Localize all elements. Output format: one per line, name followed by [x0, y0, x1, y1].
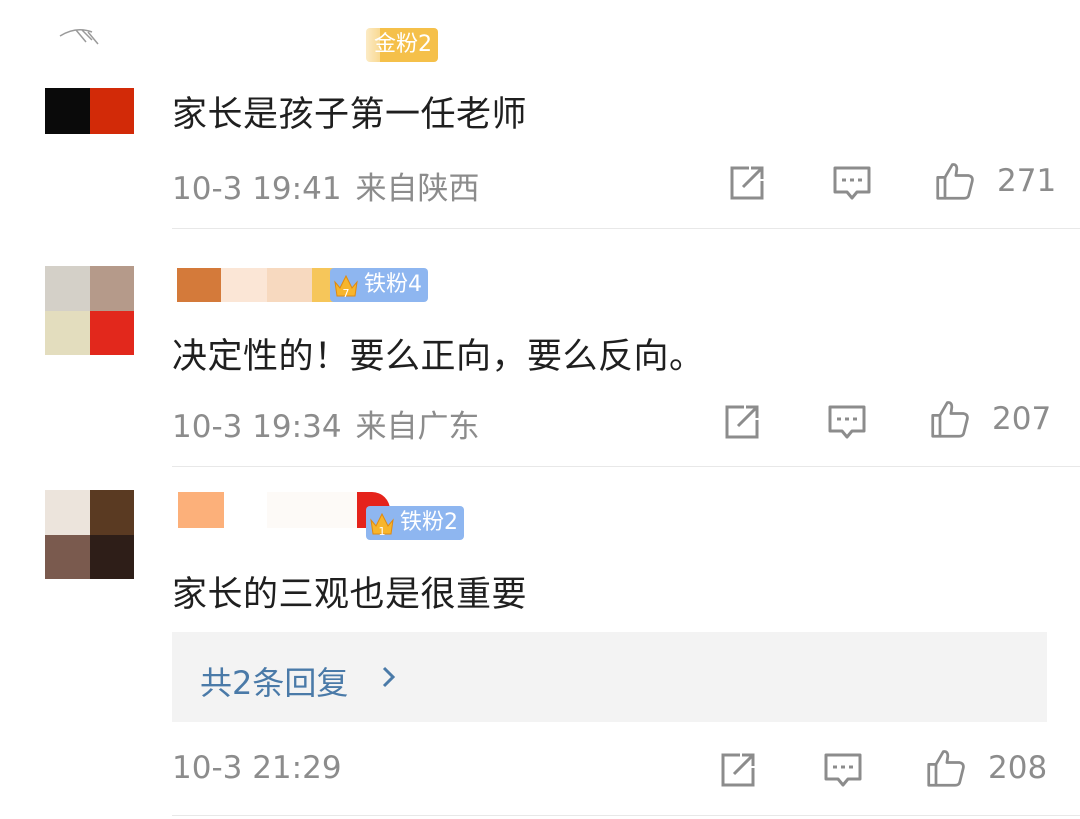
- replies-link[interactable]: 共2条回复: [172, 632, 1047, 722]
- replies-label[interactable]: 共2条回复: [200, 658, 348, 704]
- comment-text: 家长的三观也是很重要: [172, 575, 528, 615]
- fan-badge-label: 铁粉2: [400, 510, 458, 535]
- like-count: 208: [988, 750, 1048, 786]
- share-icon[interactable]: [718, 750, 758, 790]
- comment-time: 10-3 21:29: [172, 750, 342, 786]
- comment-item: 1 铁粉2 家长的三观也是很重要 共2条回复 10-3 21:29 208: [0, 0, 1080, 819]
- comment-icon[interactable]: [823, 750, 863, 790]
- comment-meta: 10-3 21:29: [172, 750, 342, 786]
- like-icon[interactable]: [926, 748, 970, 792]
- username[interactable]: [172, 490, 392, 528]
- svg-text:1: 1: [379, 525, 386, 538]
- chevron-right-icon: [378, 660, 400, 694]
- crown-icon: 1: [368, 508, 396, 538]
- fan-badge: 1 铁粉2: [366, 506, 464, 540]
- avatar[interactable]: [45, 490, 134, 579]
- divider: [172, 815, 1080, 816]
